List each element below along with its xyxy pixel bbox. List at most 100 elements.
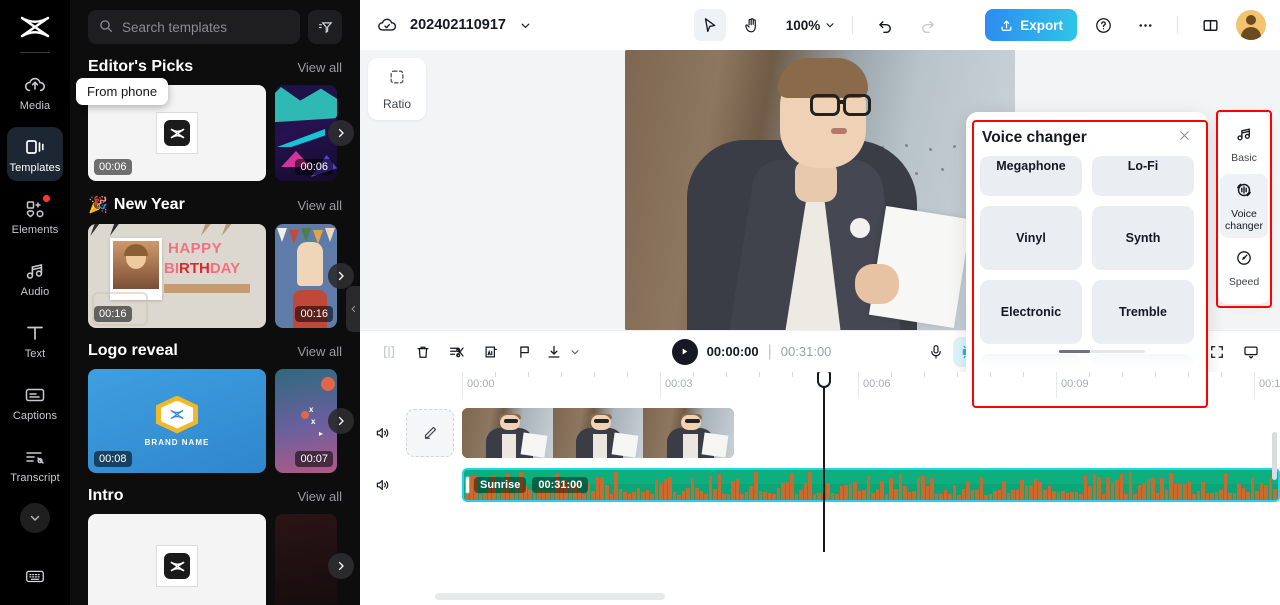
help-circle-icon[interactable] xyxy=(1087,9,1119,41)
waveform-bar xyxy=(600,477,604,500)
split-layout-icon[interactable] xyxy=(1194,9,1226,41)
sidebar-item-templates[interactable]: Templates xyxy=(7,127,63,181)
redo-icon[interactable] xyxy=(911,9,943,41)
keyboard-icon[interactable] xyxy=(0,565,70,587)
collapse-panel-chevron-left-icon[interactable] xyxy=(346,286,360,332)
timeline-zoom-slider[interactable] xyxy=(1059,350,1145,353)
view-all-link[interactable]: View all xyxy=(297,60,342,75)
section-title-text: New Year xyxy=(113,196,185,213)
playhead-handle[interactable] xyxy=(817,372,831,388)
waveform-bar xyxy=(1024,484,1029,500)
download-dropdown-chevron-down-icon[interactable] xyxy=(566,337,584,367)
ai-frame-icon[interactable] xyxy=(474,337,508,367)
view-all-link[interactable]: View all xyxy=(297,344,342,359)
project-name[interactable]: 202402110917 xyxy=(410,17,506,33)
capcut-editor-window: Media Templates Elements Audio Text Capt… xyxy=(0,0,1280,605)
voice-option-partial[interactable] xyxy=(1092,354,1194,366)
avatar[interactable] xyxy=(1236,10,1266,40)
waveform-bar xyxy=(862,490,866,500)
view-all-link[interactable]: View all xyxy=(297,489,342,504)
timeline[interactable]: 00:00 00:03 00:06 00:09 00:1 Sunrise 00:… xyxy=(360,372,1280,605)
filter-icon[interactable] xyxy=(308,10,342,44)
voice-option-electronic[interactable]: Electronic xyxy=(980,280,1082,344)
speedometer-icon xyxy=(1234,248,1254,273)
properties-tab-speed[interactable]: Speed xyxy=(1220,242,1268,294)
properties-tab-voice-changer[interactable]: Voice changer xyxy=(1220,174,1268,238)
preview-person-glasses-left xyxy=(810,94,840,116)
waveform-bar xyxy=(1259,482,1264,500)
undo-icon[interactable] xyxy=(869,9,901,41)
view-all-link[interactable]: View all xyxy=(297,198,342,213)
preview-stage: Ratio Voice changer Megaphone Lo-Fi Viny… xyxy=(360,50,1280,410)
speaker-icon[interactable] xyxy=(360,424,406,442)
waveform-bar xyxy=(1038,481,1042,500)
ratio-button[interactable]: Ratio xyxy=(368,58,426,120)
audio-clip-name: Sunrise xyxy=(474,477,527,493)
waveform-bar xyxy=(591,490,595,500)
speaker-icon[interactable] xyxy=(360,476,406,494)
waveform-bar xyxy=(830,493,835,500)
waveform-bar xyxy=(776,488,781,500)
sidebar-item-text[interactable]: Text xyxy=(7,313,63,367)
pencil-icon[interactable] xyxy=(406,409,454,457)
voice-option-vinyl[interactable]: Vinyl xyxy=(980,206,1082,270)
video-preview[interactable] xyxy=(625,50,1015,330)
voice-option-megaphone[interactable]: Megaphone xyxy=(980,156,1082,196)
hand-icon[interactable] xyxy=(736,9,768,41)
section-title: Editor's Picks xyxy=(88,58,194,75)
next-templates-button[interactable] xyxy=(328,120,354,146)
voice-option-lofi[interactable]: Lo-Fi xyxy=(1092,156,1194,196)
play-button[interactable] xyxy=(671,338,698,365)
playhead[interactable] xyxy=(817,372,831,552)
voice-option-partial[interactable] xyxy=(980,354,1082,366)
microphone-icon[interactable] xyxy=(919,337,953,367)
template-card[interactable]: HAPPY BIRTHDAY 00:16 xyxy=(88,224,266,328)
search-input[interactable]: Search templates xyxy=(88,10,300,44)
template-card[interactable] xyxy=(88,514,266,605)
voice-changer-options-grid[interactable]: Megaphone Lo-Fi Vinyl Synth Electronic T… xyxy=(966,156,1208,366)
split-brackets-icon[interactable] xyxy=(372,337,406,367)
trash-icon[interactable] xyxy=(406,337,440,367)
sidebar-item-elements[interactable]: Elements xyxy=(7,189,63,243)
export-button[interactable]: Export xyxy=(985,9,1077,41)
next-templates-button[interactable] xyxy=(328,553,354,579)
voice-option-synth[interactable]: Synth xyxy=(1092,206,1194,270)
horizontal-scrollbar[interactable] xyxy=(435,593,665,600)
video-clip[interactable] xyxy=(462,408,734,458)
sidebar-item-audio[interactable]: Audio xyxy=(7,251,63,305)
template-card[interactable] xyxy=(275,514,337,605)
audio-clip-left-handle[interactable] xyxy=(465,476,470,494)
next-templates-button[interactable] xyxy=(328,408,354,434)
waveform-bar xyxy=(496,492,501,500)
templates-scroll-area[interactable]: Editor's Picks View all 00:06 00:06 🎉 Ne… xyxy=(70,58,360,605)
next-templates-button[interactable] xyxy=(328,263,354,289)
close-icon[interactable] xyxy=(1177,128,1192,148)
timeline-ruler[interactable]: 00:00 00:03 00:06 00:09 00:1 xyxy=(462,372,1280,398)
properties-tab-basic[interactable]: Basic xyxy=(1220,118,1268,170)
zoom-level-selector[interactable]: 100% xyxy=(786,18,837,33)
flag-icon[interactable] xyxy=(508,337,542,367)
chevron-down-icon[interactable] xyxy=(516,9,536,41)
download-icon[interactable] xyxy=(542,337,566,367)
waveform-bar xyxy=(663,478,668,500)
vertical-scrollbar[interactable] xyxy=(1272,432,1277,480)
capcut-logo-icon[interactable] xyxy=(15,10,55,44)
captions-icon xyxy=(23,383,47,407)
sidebar-item-transcript[interactable]: Transcript xyxy=(7,437,63,491)
template-card[interactable]: BRAND NAME 00:08 xyxy=(88,369,266,473)
cursor-arrow-icon[interactable] xyxy=(693,9,726,41)
audio-clip[interactable]: Sunrise 00:31:00 xyxy=(462,468,1280,502)
voice-option-tremble[interactable]: Tremble xyxy=(1092,280,1194,344)
waveform-bar xyxy=(595,477,600,500)
sidebar-item-media[interactable]: Media xyxy=(7,65,63,119)
sidebar-item-captions[interactable]: Captions xyxy=(7,375,63,429)
cloud-sync-icon[interactable] xyxy=(374,9,400,41)
template-duration: 00:08 xyxy=(94,451,132,467)
ai-scissors-icon[interactable] xyxy=(440,337,474,367)
waveform-bar xyxy=(975,490,979,500)
ellipsis-icon[interactable] xyxy=(1129,9,1161,41)
chevron-down-icon[interactable] xyxy=(20,503,50,533)
monitor-icon[interactable] xyxy=(1234,337,1268,367)
sidebar-item-label: Transcript xyxy=(10,471,60,484)
waveform-bar xyxy=(898,473,903,500)
